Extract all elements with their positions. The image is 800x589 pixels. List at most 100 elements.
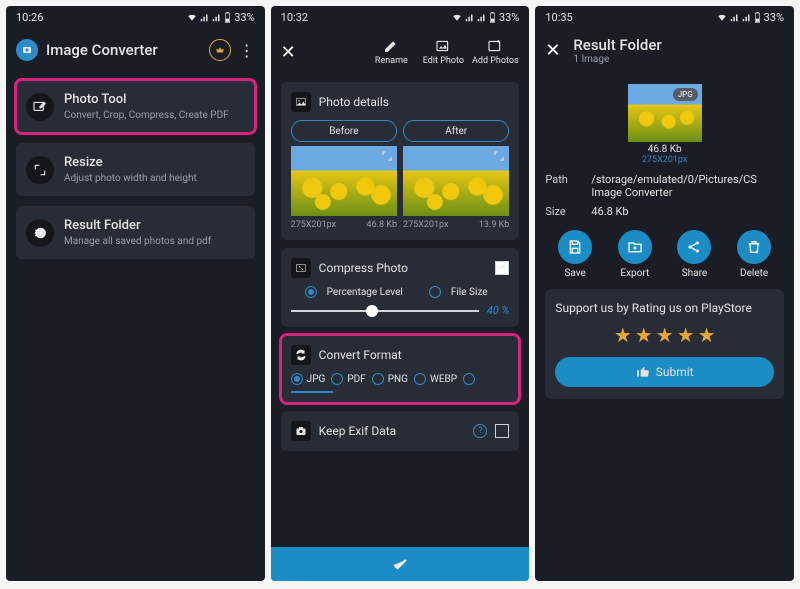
radio-percentage[interactable] bbox=[305, 286, 317, 298]
radio-label: File Size bbox=[451, 287, 488, 298]
action-label: Export bbox=[620, 268, 649, 279]
title-area: Result Folder 1 Image bbox=[573, 34, 661, 67]
after-thumbnail[interactable] bbox=[403, 146, 509, 216]
help-icon[interactable]: ? bbox=[473, 424, 487, 438]
menu-text: Result Folder Manage all saved photos an… bbox=[64, 218, 211, 247]
menu-result-folder[interactable]: Result Folder Manage all saved photos an… bbox=[16, 206, 255, 259]
format-pdf[interactable]: PDF bbox=[331, 373, 365, 385]
editor-topbar: ✕ Rename Edit Photo Add Photos bbox=[271, 28, 530, 76]
rename-button[interactable]: Rename bbox=[367, 38, 415, 66]
status-icons: 33% bbox=[452, 11, 519, 24]
action-label: Rename bbox=[375, 56, 408, 66]
photo-details-card: Photo details Before 275X201px 46.8 Kb A… bbox=[281, 82, 520, 240]
convert-format-card: Convert Format JPG PDF PNG WEBP bbox=[281, 335, 520, 403]
folder-plus-icon bbox=[627, 239, 643, 255]
star-icon[interactable]: ★ bbox=[656, 323, 674, 347]
signal-icon bbox=[742, 13, 751, 22]
status-bar: 10:26 33% bbox=[6, 6, 265, 28]
app-logo-icon bbox=[16, 39, 38, 61]
result-thumbnail[interactable]: JPG 46.8 Kb 275X201px bbox=[623, 84, 707, 165]
battery-icon bbox=[224, 12, 231, 23]
battery-pct: 33% bbox=[764, 11, 784, 24]
before-button[interactable]: Before bbox=[291, 120, 397, 142]
signal-icon bbox=[477, 13, 486, 22]
battery-pct: 33% bbox=[499, 11, 519, 24]
star-icon[interactable]: ★ bbox=[677, 323, 695, 347]
delete-button[interactable]: Delete bbox=[737, 230, 771, 279]
photo-tool-icon bbox=[26, 93, 54, 121]
compress-checkbox[interactable] bbox=[495, 261, 509, 275]
menu-resize[interactable]: Resize Adjust photo width and height bbox=[16, 143, 255, 196]
menu-icon[interactable]: ⋮ bbox=[239, 41, 255, 60]
format-more[interactable] bbox=[463, 373, 475, 385]
screen-home: 10:26 33% Image Converter ⋮ Photo Tool C… bbox=[6, 6, 265, 581]
export-button[interactable]: Export bbox=[618, 230, 652, 279]
page-subtitle: 1 Image bbox=[573, 54, 661, 65]
compress-icon bbox=[291, 258, 311, 278]
confirm-button[interactable] bbox=[271, 547, 530, 581]
rating-card: Support us by Rating us on PlayStore ★ ★… bbox=[545, 289, 784, 399]
star-icon[interactable]: ★ bbox=[698, 323, 716, 347]
star-icon[interactable]: ★ bbox=[635, 323, 653, 347]
action-label: Share bbox=[682, 268, 707, 279]
before-dim: 275X201px bbox=[291, 220, 336, 230]
before-thumbnail[interactable] bbox=[291, 146, 397, 216]
size-label: Size bbox=[545, 205, 579, 218]
action-label: Save bbox=[564, 268, 585, 279]
star-icon[interactable]: ★ bbox=[614, 323, 632, 347]
image-icon bbox=[291, 92, 311, 112]
close-icon[interactable]: ✕ bbox=[545, 40, 569, 61]
action-label: Delete bbox=[740, 268, 768, 279]
menu-title: Photo Tool bbox=[64, 92, 229, 107]
before-label: Before bbox=[329, 126, 358, 137]
expand-icon[interactable] bbox=[380, 149, 394, 163]
format-badge: JPG bbox=[673, 88, 698, 101]
menu-subtitle: Adjust photo width and height bbox=[64, 173, 197, 184]
compress-slider[interactable] bbox=[291, 310, 479, 312]
exif-checkbox[interactable] bbox=[495, 424, 509, 438]
size-row: Size 46.8 Kb bbox=[545, 205, 784, 218]
format-jpg[interactable]: JPG bbox=[291, 373, 326, 385]
submit-button[interactable]: Submit bbox=[555, 357, 774, 387]
format-label: WEBP bbox=[430, 374, 457, 385]
wifi-icon bbox=[452, 12, 462, 22]
slider-knob[interactable] bbox=[366, 305, 378, 317]
thumbs-up-icon bbox=[636, 365, 650, 379]
compress-card: Compress Photo Percentage Level File Siz… bbox=[281, 248, 520, 327]
share-icon bbox=[686, 239, 702, 255]
save-button[interactable]: Save bbox=[558, 230, 592, 279]
premium-icon[interactable] bbox=[209, 39, 231, 61]
image-edit-icon bbox=[435, 38, 451, 54]
thumb-size: 46.8 Kb bbox=[648, 144, 682, 155]
status-bar: 10:35 33% bbox=[535, 6, 794, 28]
signal-icon bbox=[200, 13, 209, 22]
action-row: Save Export Share Delete bbox=[545, 230, 784, 279]
format-png[interactable]: PNG bbox=[372, 373, 408, 385]
share-button[interactable]: Share bbox=[677, 230, 711, 279]
signal-icon bbox=[465, 13, 474, 22]
radio-filesize[interactable] bbox=[429, 286, 441, 298]
battery-icon bbox=[489, 12, 496, 23]
add-photos-button[interactable]: Add Photos bbox=[471, 38, 519, 66]
menu-photo-tool[interactable]: Photo Tool Convert, Crop, Compress, Crea… bbox=[16, 80, 255, 133]
after-dim: 275X201px bbox=[403, 220, 448, 230]
rating-title: Support us by Rating us on PlayStore bbox=[555, 301, 774, 315]
card-title: Photo details bbox=[319, 95, 389, 109]
slider-value: 40 % bbox=[487, 304, 510, 317]
after-button[interactable]: After bbox=[403, 120, 509, 142]
signal-icon bbox=[730, 13, 739, 22]
edit-photo-button[interactable]: Edit Photo bbox=[419, 38, 467, 66]
format-label: JPG bbox=[307, 374, 326, 385]
format-label: PDF bbox=[347, 374, 365, 385]
card-title: Keep Exif Data bbox=[319, 424, 466, 438]
format-webp[interactable]: WEBP bbox=[414, 373, 457, 385]
close-icon[interactable]: ✕ bbox=[281, 42, 305, 63]
format-label: PNG bbox=[388, 374, 408, 385]
check-icon bbox=[390, 554, 410, 574]
path-label: Path bbox=[545, 173, 579, 199]
clock: 10:35 bbox=[545, 11, 572, 24]
path-row: Path /storage/emulated/0/Pictures/CS Ima… bbox=[545, 173, 784, 199]
menu-text: Resize Adjust photo width and height bbox=[64, 155, 197, 184]
expand-icon[interactable] bbox=[492, 149, 506, 163]
action-label: Add Photos bbox=[472, 56, 519, 66]
